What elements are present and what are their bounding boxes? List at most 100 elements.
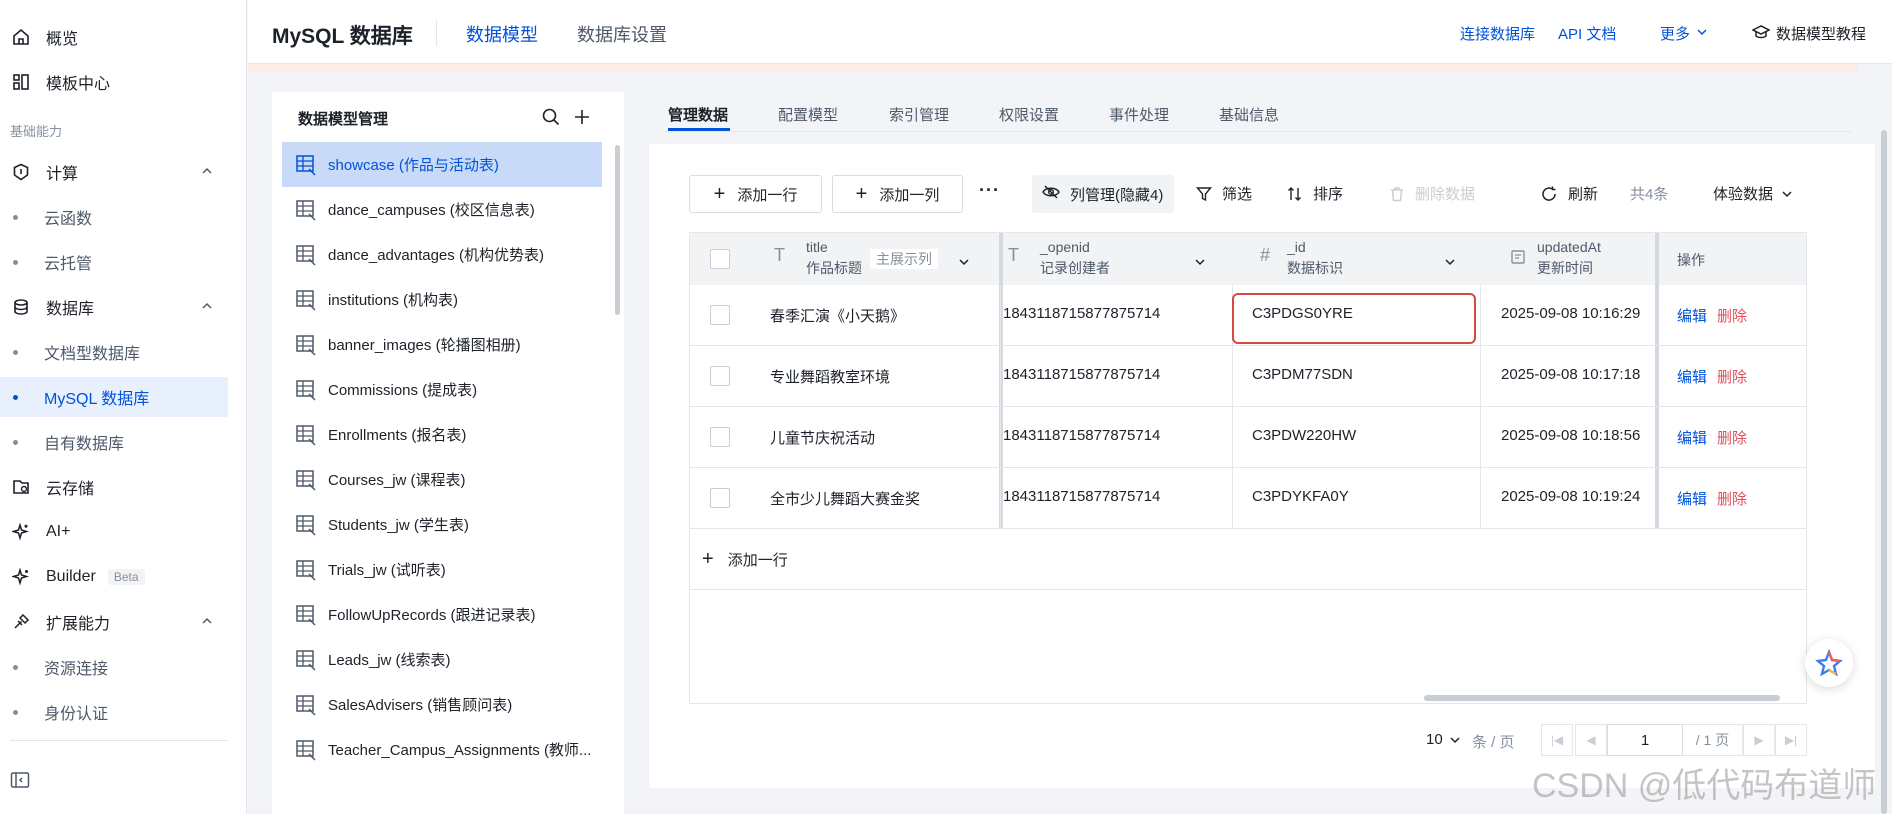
delete-link[interactable]: 删除: [1717, 427, 1747, 448]
page-size-select[interactable]: 10: [1426, 731, 1461, 748]
tab-2[interactable]: 索引管理: [889, 104, 949, 125]
model-list-item[interactable]: institutions (机构表): [282, 277, 602, 322]
nav-mysql-db[interactable]: MySQL 数据库: [0, 377, 228, 417]
cell-openid[interactable]: 1843118715877875714: [1003, 488, 1160, 505]
row-checkbox[interactable]: [710, 427, 730, 447]
delete-link[interactable]: 删除: [1717, 366, 1747, 387]
tab-0[interactable]: 管理数据: [668, 104, 728, 125]
tab-4[interactable]: 事件处理: [1109, 104, 1169, 125]
cell-id[interactable]: C3PDYKFA0Y: [1252, 488, 1349, 505]
nav-compute[interactable]: 计算: [0, 152, 228, 192]
nav-doc-db[interactable]: 文档型数据库: [0, 332, 228, 372]
chevron-down-icon[interactable]: [958, 255, 970, 272]
delete-link[interactable]: 删除: [1717, 305, 1747, 326]
model-list-item[interactable]: showcase (作品与活动表): [282, 142, 602, 187]
edit-link[interactable]: 编辑: [1677, 488, 1707, 509]
cell-title[interactable]: 全市少儿舞蹈大赛金奖: [770, 488, 920, 509]
prev-page-icon[interactable]: ◀: [1575, 724, 1607, 756]
panel-scrollbar[interactable]: [615, 145, 620, 315]
chevron-down-icon[interactable]: [1194, 255, 1206, 272]
more-menu[interactable]: 更多: [1660, 23, 1708, 44]
api-docs-link[interactable]: API 文档: [1558, 23, 1616, 44]
model-list-item[interactable]: Commissions (提成表): [282, 367, 602, 412]
refresh-button[interactable]: 刷新: [1540, 183, 1598, 204]
tab-5[interactable]: 基础信息: [1219, 104, 1279, 125]
last-page-icon[interactable]: ▶|: [1775, 724, 1807, 756]
nav-builder[interactable]: Builder Beta: [0, 557, 228, 597]
cell-openid[interactable]: 1843118715877875714: [1003, 427, 1160, 444]
delete-data-button[interactable]: 删除数据: [1389, 183, 1475, 204]
env-select[interactable]: 体验数据: [1713, 183, 1803, 204]
nav-cloud-function[interactable]: 云函数: [0, 197, 228, 237]
add-icon[interactable]: [571, 106, 593, 128]
cell-title[interactable]: 儿童节庆祝活动: [770, 427, 875, 448]
row-checkbox[interactable]: [710, 305, 730, 325]
add-row-button[interactable]: + 添加一行: [689, 175, 822, 213]
model-list-item[interactable]: dance_campuses (校区信息表): [282, 187, 602, 232]
add-column-button[interactable]: + 添加一列: [832, 175, 963, 213]
page-input[interactable]: 1: [1607, 724, 1683, 756]
table-row[interactable]: 儿童节庆祝活动 1843118715877875714 C3PDW220HW 2025…: [690, 407, 1806, 468]
edit-link[interactable]: 编辑: [1677, 427, 1707, 448]
next-page-icon[interactable]: ▶: [1743, 724, 1775, 756]
nav-auth[interactable]: 身份认证: [0, 692, 228, 732]
connect-db-link[interactable]: 连接数据库: [1460, 23, 1535, 44]
model-list-item[interactable]: Trials_jw (试听表): [282, 547, 602, 592]
cell-updated[interactable]: 2025-09-08 10:16:29: [1501, 305, 1640, 322]
table-row[interactable]: 专业舞蹈教室环境 1843118715877875714 C3PDM77SDN 202…: [690, 346, 1806, 407]
model-list-item[interactable]: Students_jw (学生表): [282, 502, 602, 547]
model-list-item[interactable]: dance_advantages (机构优势表): [282, 232, 602, 277]
edit-link[interactable]: 编辑: [1677, 305, 1707, 326]
page-scrollbar[interactable]: [1881, 130, 1887, 814]
cell-openid[interactable]: 1843118715877875714: [1003, 366, 1160, 383]
nav-extension[interactable]: 扩展能力: [0, 602, 228, 642]
nav-own-db[interactable]: 自有数据库: [0, 422, 228, 462]
cell-openid[interactable]: 1843118715877875714: [1003, 305, 1160, 322]
more-actions-icon[interactable]: ···: [979, 180, 1000, 201]
cell-updated[interactable]: 2025-09-08 10:19:24: [1501, 488, 1640, 505]
cell-updated[interactable]: 2025-09-08 10:18:56: [1501, 427, 1640, 444]
collapse-sidebar-icon[interactable]: [10, 771, 30, 793]
tab-3[interactable]: 权限设置: [999, 104, 1059, 125]
chevron-up-icon[interactable]: [200, 299, 214, 318]
cell-updated[interactable]: 2025-09-08 10:17:18: [1501, 366, 1640, 383]
nav-template-center[interactable]: 模板中心: [0, 62, 228, 102]
nav-cloud-storage[interactable]: 云存储: [0, 467, 228, 507]
add-row-inline[interactable]: + 添加一行: [690, 529, 1806, 590]
cell-id[interactable]: C3PDM77SDN: [1252, 366, 1353, 383]
cell-id[interactable]: C3PDW220HW: [1252, 427, 1356, 444]
sort-button[interactable]: 排序: [1287, 183, 1343, 204]
row-checkbox[interactable]: [710, 366, 730, 386]
first-page-icon[interactable]: |◀: [1541, 724, 1573, 756]
model-list-item[interactable]: Teacher_Campus_Assignments (教师...: [282, 727, 602, 772]
model-list-item[interactable]: FollowUpRecords (跟进记录表): [282, 592, 602, 637]
row-checkbox[interactable]: [710, 488, 730, 508]
model-list-item[interactable]: Enrollments (报名表): [282, 412, 602, 457]
delete-link[interactable]: 删除: [1717, 488, 1747, 509]
model-list-item[interactable]: Courses_jw (课程表): [282, 457, 602, 502]
tab-1[interactable]: 配置模型: [778, 104, 838, 125]
chevron-up-icon[interactable]: [200, 164, 214, 183]
cell-title[interactable]: 专业舞蹈教室环境: [770, 366, 890, 387]
nav-cloud-hosting[interactable]: 云托管: [0, 242, 228, 282]
edit-link[interactable]: 编辑: [1677, 366, 1707, 387]
column-manager-button[interactable]: 列管理(隐藏4): [1032, 175, 1174, 213]
table-row[interactable]: 全市少儿舞蹈大赛金奖 1843118715877875714 C3PDYKFA0Y 2…: [690, 468, 1806, 529]
model-list-item[interactable]: Leads_jw (线索表): [282, 637, 602, 682]
filter-button[interactable]: 筛选: [1196, 183, 1252, 204]
cell-title[interactable]: 春季汇演《小天鹅》: [770, 305, 905, 326]
tutorial-link[interactable]: 数据模型教程: [1751, 23, 1866, 44]
search-icon[interactable]: [540, 106, 562, 128]
model-list-item[interactable]: SalesAdvisers (销售顾问表): [282, 682, 602, 727]
chevron-up-icon[interactable]: [200, 614, 214, 633]
chevron-down-icon[interactable]: [1444, 255, 1456, 272]
model-list-item[interactable]: banner_images (轮播图相册): [282, 322, 602, 367]
tab-data-model[interactable]: 数据模型: [466, 21, 538, 47]
assistant-float-button[interactable]: [1805, 639, 1853, 687]
tab-db-settings[interactable]: 数据库设置: [577, 21, 667, 47]
nav-database[interactable]: 数据库: [0, 287, 228, 327]
horizontal-scrollbar[interactable]: [1424, 695, 1780, 701]
nav-resource-connect[interactable]: 资源连接: [0, 647, 228, 687]
select-all-checkbox[interactable]: [710, 249, 730, 269]
nav-overview[interactable]: 概览: [0, 17, 228, 57]
